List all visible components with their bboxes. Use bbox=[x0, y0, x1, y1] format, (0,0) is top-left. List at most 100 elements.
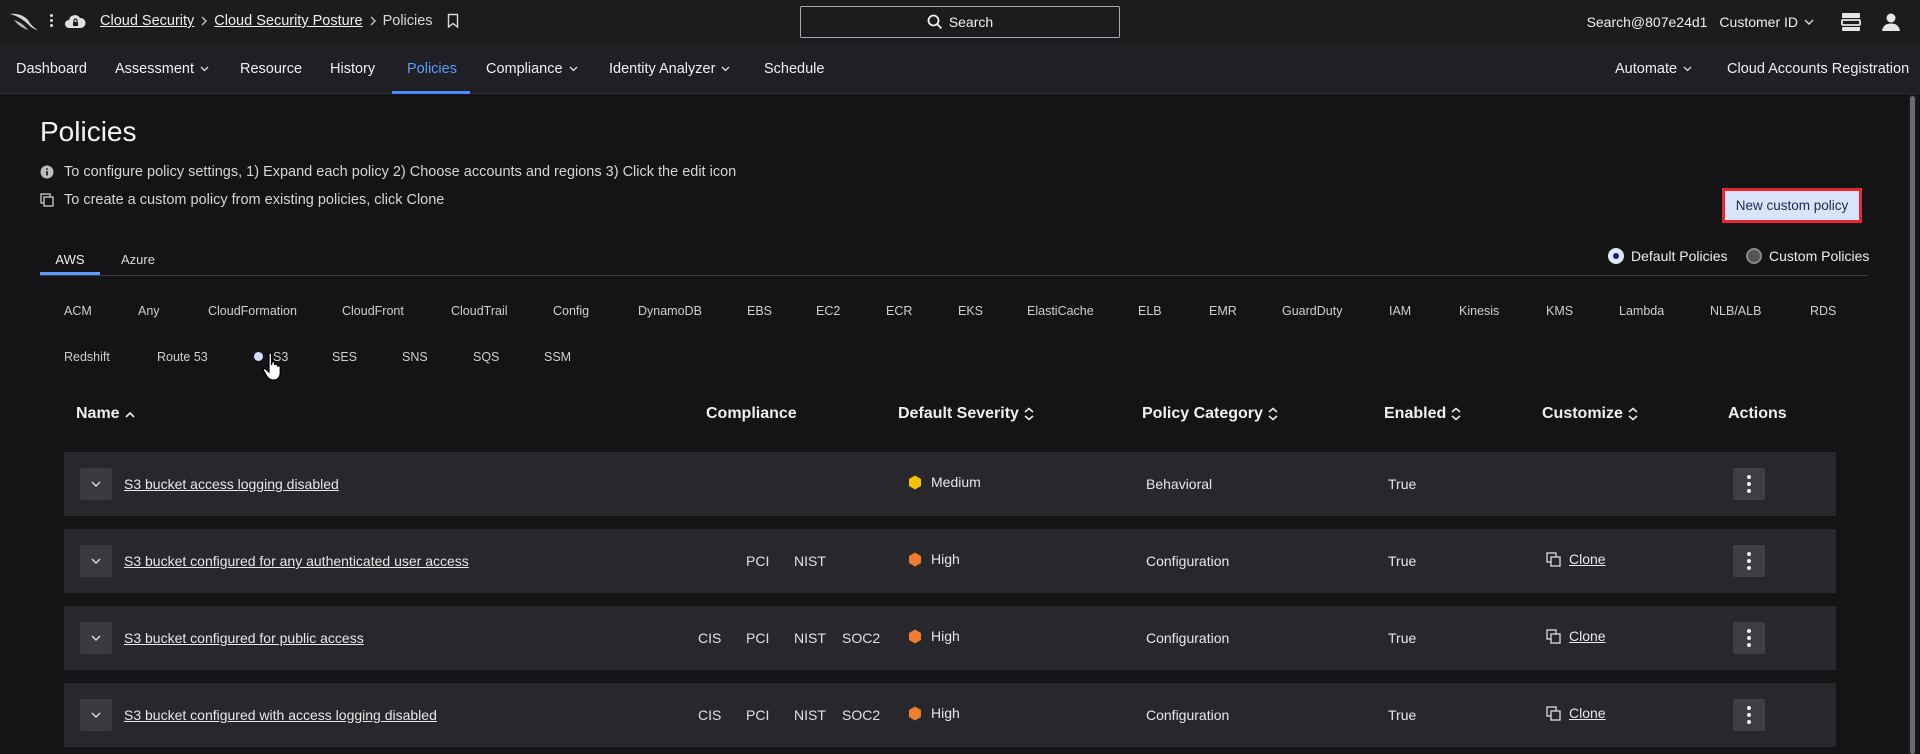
severity-hexagon-icon bbox=[909, 629, 921, 643]
breadcrumb-cloud-security-posture[interactable]: Cloud Security Posture bbox=[214, 13, 362, 29]
col-enabled-label: Enabled bbox=[1384, 405, 1447, 422]
falcon-logo-icon[interactable] bbox=[8, 10, 40, 34]
service-filter-item[interactable]: Config bbox=[553, 304, 589, 318]
new-custom-policy-button[interactable]: New custom policy bbox=[1722, 188, 1862, 223]
service-filter-item[interactable]: Redshift bbox=[64, 350, 110, 364]
service-filter-item[interactable]: NLB/ALB bbox=[1710, 304, 1761, 318]
breadcrumb-current: Policies bbox=[382, 13, 433, 29]
nav-assessment[interactable]: Assessment bbox=[115, 44, 209, 94]
breadcrumb-cloud-security[interactable]: Cloud Security bbox=[100, 13, 194, 29]
nav-label: Assessment bbox=[115, 61, 194, 77]
enabled-value: True bbox=[1388, 707, 1417, 723]
app-menu-icon[interactable] bbox=[46, 12, 56, 32]
nav-history[interactable]: History bbox=[330, 44, 375, 94]
service-filter-item[interactable]: DynamoDB bbox=[638, 304, 702, 318]
service-filter-item[interactable]: ELB bbox=[1138, 304, 1162, 318]
chevron-down-icon bbox=[1683, 66, 1692, 72]
service-filter-item[interactable]: Route 53 bbox=[157, 350, 208, 364]
service-filter-item[interactable]: SNS bbox=[402, 350, 428, 364]
policy-name-link[interactable]: S3 bucket configured with access logging… bbox=[124, 707, 437, 723]
compliance-tag: CIS bbox=[698, 630, 722, 646]
row-actions-menu-button[interactable] bbox=[1733, 468, 1765, 500]
chevron-down-icon bbox=[91, 635, 101, 641]
notifications-panel-icon[interactable] bbox=[1840, 11, 1862, 33]
nav-compliance[interactable]: Compliance bbox=[486, 44, 578, 94]
policy-name-link[interactable]: S3 bucket configured for public access bbox=[124, 630, 364, 646]
policy-name-link[interactable]: S3 bucket configured for any authenticat… bbox=[124, 553, 469, 569]
service-filter-item[interactable]: CloudTrail bbox=[451, 304, 508, 318]
global-search-button[interactable]: Search bbox=[800, 6, 1120, 38]
nav-label: Dashboard bbox=[16, 61, 87, 77]
nav-label: Policies bbox=[407, 61, 457, 77]
service-filter-item[interactable]: CloudFront bbox=[342, 304, 404, 318]
col-customize[interactable]: Customize bbox=[1542, 405, 1638, 423]
default-policies-radio[interactable]: Default Policies bbox=[1608, 248, 1728, 264]
nav-resource[interactable]: Resource bbox=[240, 44, 302, 94]
expand-row-button[interactable] bbox=[80, 545, 112, 577]
row-actions-menu-button[interactable] bbox=[1733, 699, 1765, 731]
service-filter-item[interactable]: ACM bbox=[64, 304, 92, 318]
col-enabled[interactable]: Enabled bbox=[1384, 405, 1461, 423]
nav-schedule[interactable]: Schedule bbox=[764, 44, 824, 94]
chevron-down-icon bbox=[1804, 19, 1814, 25]
nav-cloud-accounts-registration[interactable]: Cloud Accounts Registration bbox=[1727, 44, 1909, 94]
clone-link[interactable]: Clone bbox=[1546, 551, 1606, 567]
compliance-tag: PCI bbox=[746, 707, 770, 723]
col-default-severity[interactable]: Default Severity bbox=[898, 405, 1034, 423]
expand-row-button[interactable] bbox=[80, 699, 112, 731]
tab-azure[interactable]: Azure bbox=[108, 247, 168, 275]
service-filter-item[interactable]: RDS bbox=[1810, 304, 1836, 318]
row-actions-menu-button[interactable] bbox=[1733, 622, 1765, 654]
service-filter-item[interactable]: EBS bbox=[747, 304, 772, 318]
nav-policies[interactable]: Policies bbox=[407, 44, 457, 94]
service-filter-item[interactable]: SSM bbox=[544, 350, 571, 364]
custom-policies-radio[interactable]: Custom Policies bbox=[1746, 248, 1869, 264]
clone-link[interactable]: Clone bbox=[1546, 705, 1606, 721]
service-filter-item[interactable]: Any bbox=[138, 304, 160, 318]
service-filter-item[interactable]: Lambda bbox=[1619, 304, 1664, 318]
nav-identity-analyzer[interactable]: Identity Analyzer bbox=[609, 44, 730, 94]
service-filter-item[interactable]: SQS bbox=[473, 350, 499, 364]
nav-label: Schedule bbox=[764, 61, 825, 77]
service-filter-item[interactable]: KMS bbox=[1546, 304, 1573, 318]
expand-row-button[interactable] bbox=[80, 468, 112, 500]
col-name[interactable]: Name bbox=[76, 405, 135, 423]
clone-link[interactable]: Clone bbox=[1546, 628, 1606, 644]
policy-category: Configuration bbox=[1146, 707, 1230, 723]
service-filter-item[interactable]: Kinesis bbox=[1459, 304, 1499, 318]
service-filter-item[interactable]: EC2 bbox=[816, 304, 840, 318]
search-label: Search bbox=[948, 14, 994, 30]
service-filter-item[interactable]: CloudFormation bbox=[208, 304, 297, 318]
service-filter-item[interactable]: ElastiCache bbox=[1027, 304, 1094, 318]
service-filter-item[interactable]: ECR bbox=[886, 304, 912, 318]
tab-aws[interactable]: AWS bbox=[40, 247, 100, 275]
policy-category: Configuration bbox=[1146, 553, 1230, 569]
severity-label: High bbox=[931, 705, 960, 721]
bookmark-icon[interactable] bbox=[447, 13, 459, 29]
user-profile-icon[interactable] bbox=[1880, 11, 1902, 33]
nav-label: Resource bbox=[240, 61, 303, 77]
service-filter-item[interactable]: SES bbox=[332, 350, 357, 364]
nav-label: Compliance bbox=[486, 61, 563, 77]
nav-automate[interactable]: Automate bbox=[1615, 44, 1692, 94]
row-actions-menu-button[interactable] bbox=[1733, 545, 1765, 577]
col-policy-category[interactable]: Policy Category bbox=[1142, 405, 1278, 423]
scrollbar-thumb[interactable] bbox=[1910, 96, 1915, 754]
col-actions: Actions bbox=[1728, 405, 1787, 423]
service-filter-item[interactable]: GuardDuty bbox=[1282, 304, 1342, 318]
copy-icon bbox=[40, 193, 54, 207]
nav-label: Automate bbox=[1615, 61, 1678, 77]
service-filter-item[interactable]: EMR bbox=[1209, 304, 1237, 318]
enabled-value: True bbox=[1388, 553, 1417, 569]
compliance-tag: NIST bbox=[794, 707, 826, 723]
customer-id-dropdown[interactable]: Customer ID bbox=[1719, 14, 1814, 30]
nav-dashboard[interactable]: Dashboard bbox=[16, 44, 87, 94]
compliance-tag: CIS bbox=[698, 707, 722, 723]
expand-row-button[interactable] bbox=[80, 622, 112, 654]
sort-icon bbox=[1268, 407, 1278, 421]
compliance-tag: SOC2 bbox=[842, 630, 881, 646]
policy-name-link[interactable]: S3 bucket access logging disabled bbox=[124, 476, 339, 492]
service-filter-item[interactable]: EKS bbox=[958, 304, 983, 318]
hand-cursor-icon bbox=[262, 352, 281, 381]
service-filter-item[interactable]: IAM bbox=[1389, 304, 1411, 318]
